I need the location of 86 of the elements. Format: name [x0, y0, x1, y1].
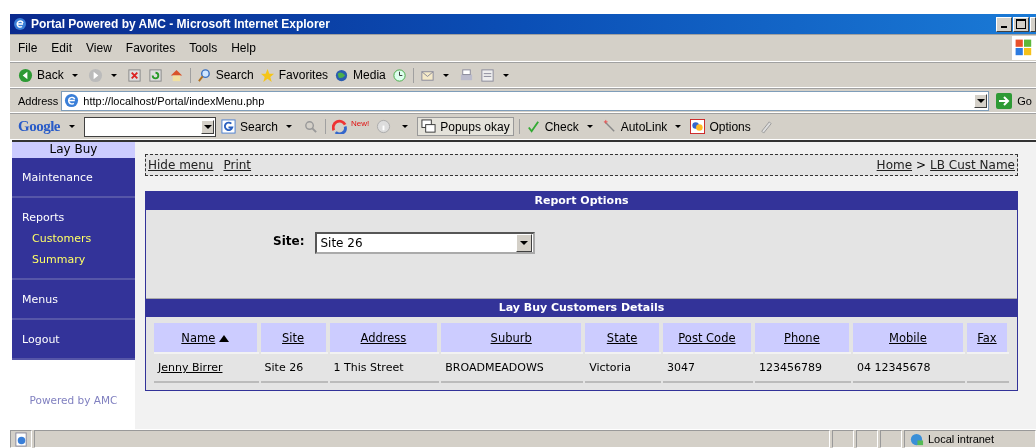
- column-header[interactable]: Suburb: [441, 323, 584, 352]
- column-header[interactable]: Phone: [754, 323, 851, 352]
- stop-button[interactable]: [126, 67, 142, 83]
- wand-icon: [601, 119, 617, 134]
- status-pane: [832, 430, 854, 448]
- home-button[interactable]: [168, 67, 191, 83]
- sidebar-subitem[interactable]: Summary: [22, 251, 125, 266]
- powered-by-text: Powered by AMC: [29, 393, 118, 406]
- column-header[interactable]: Fax: [966, 323, 1009, 352]
- table-cell: [966, 352, 1009, 383]
- table-cell: Victoria: [585, 352, 661, 383]
- print-button[interactable]: [458, 67, 474, 83]
- windows-flag-icon: [1012, 36, 1036, 60]
- column-header[interactable]: Site: [260, 323, 328, 352]
- google-search-button[interactable]: Search: [221, 119, 297, 134]
- table-cell: 123456789: [754, 352, 851, 383]
- minimize-button[interactable]: [996, 16, 1012, 32]
- media-button[interactable]: Media: [334, 67, 386, 83]
- history-button[interactable]: [391, 67, 414, 83]
- table-cell: 3047: [663, 352, 753, 383]
- menu-item[interactable]: Help: [231, 41, 256, 55]
- google-icon: [221, 119, 236, 134]
- table-cell: 1 This Street: [329, 352, 440, 383]
- autolink-button[interactable]: AutoLink: [601, 119, 686, 134]
- site-select[interactable]: Site 26: [315, 232, 536, 254]
- menu-item[interactable]: View: [86, 41, 112, 55]
- close-button[interactable]: [1030, 16, 1036, 32]
- back-button[interactable]: Back: [18, 67, 82, 83]
- column-header[interactable]: Address: [329, 323, 440, 352]
- printer-icon: [458, 67, 474, 83]
- column-header[interactable]: Post Code: [663, 323, 753, 352]
- column-header[interactable]: Mobile: [852, 323, 965, 352]
- document-icon: [479, 67, 495, 83]
- windows-icon: [421, 119, 437, 134]
- clock-icon: [391, 67, 407, 83]
- refresh-icon: [147, 67, 163, 83]
- breadcrumb-link[interactable]: Home: [876, 158, 913, 172]
- column-header[interactable]: State: [585, 323, 661, 352]
- arrow-icon: [996, 92, 1013, 109]
- google-logo[interactable]: Google: [18, 118, 60, 135]
- sidebar-subitem[interactable]: Customers: [22, 230, 125, 245]
- page-icon: [64, 93, 80, 108]
- options-button[interactable]: Options: [690, 119, 751, 134]
- status-pane: [856, 430, 878, 448]
- swirl-icon: [332, 119, 348, 134]
- options-icon: [690, 119, 706, 134]
- menu-item[interactable]: Tools: [189, 41, 218, 55]
- table-cell: BROADMEADOWS: [441, 352, 584, 383]
- menu-item[interactable]: File: [18, 41, 38, 55]
- maximize-button[interactable]: [1013, 16, 1029, 32]
- refresh-button[interactable]: [147, 67, 163, 83]
- stop-icon: [126, 67, 142, 83]
- table-cell: Jenny Birrer: [154, 352, 259, 383]
- breadcrumb-link[interactable]: LB Cust Name: [930, 158, 1015, 172]
- network-icon: [909, 431, 924, 447]
- site-label: Site:: [273, 234, 305, 248]
- new-label: New!: [351, 119, 370, 128]
- house-icon: [168, 67, 184, 83]
- search-icon: [196, 67, 212, 83]
- table-cell: 04 12345678: [852, 352, 965, 383]
- sidebar-item[interactable]: Reports: [22, 211, 125, 224]
- window-title: Portal Powered by AMC - Microsoft Internet Explorer: [31, 17, 331, 31]
- table-cell: Site 26: [260, 352, 328, 383]
- panel-header: Report Options: [146, 192, 1017, 210]
- globe-icon: [334, 67, 350, 83]
- menu-item[interactable]: Favorites: [125, 41, 176, 55]
- breadcrumb-separator: >: [916, 158, 927, 172]
- page-link[interactable]: Print: [223, 158, 252, 172]
- page-link[interactable]: Hide menu: [148, 158, 214, 172]
- column-header[interactable]: Name: [154, 323, 259, 352]
- checkmark-icon: [525, 119, 541, 134]
- popup-blocker-button[interactable]: Popups okay: [417, 117, 514, 136]
- menu-item[interactable]: Edit: [51, 41, 73, 55]
- address-label: Address: [18, 94, 59, 107]
- status-pane: [880, 430, 902, 448]
- address-field[interactable]: http://localhost/Portal/indexMenu.php: [61, 90, 990, 111]
- browser-icon: [13, 17, 27, 31]
- security-zone: Local intranet: [904, 430, 1036, 448]
- spell-check-button[interactable]: Check: [518, 119, 597, 134]
- favorites-button[interactable]: Favorites: [259, 67, 329, 83]
- go-button[interactable]: Go: [992, 92, 1036, 109]
- panel-header: Lay Buy Customers Details: [146, 299, 1017, 317]
- search-button[interactable]: Search: [196, 67, 254, 83]
- sidebar-title: Lay Buy: [12, 142, 135, 158]
- google-search-field[interactable]: [84, 116, 216, 137]
- star-icon: [259, 67, 275, 83]
